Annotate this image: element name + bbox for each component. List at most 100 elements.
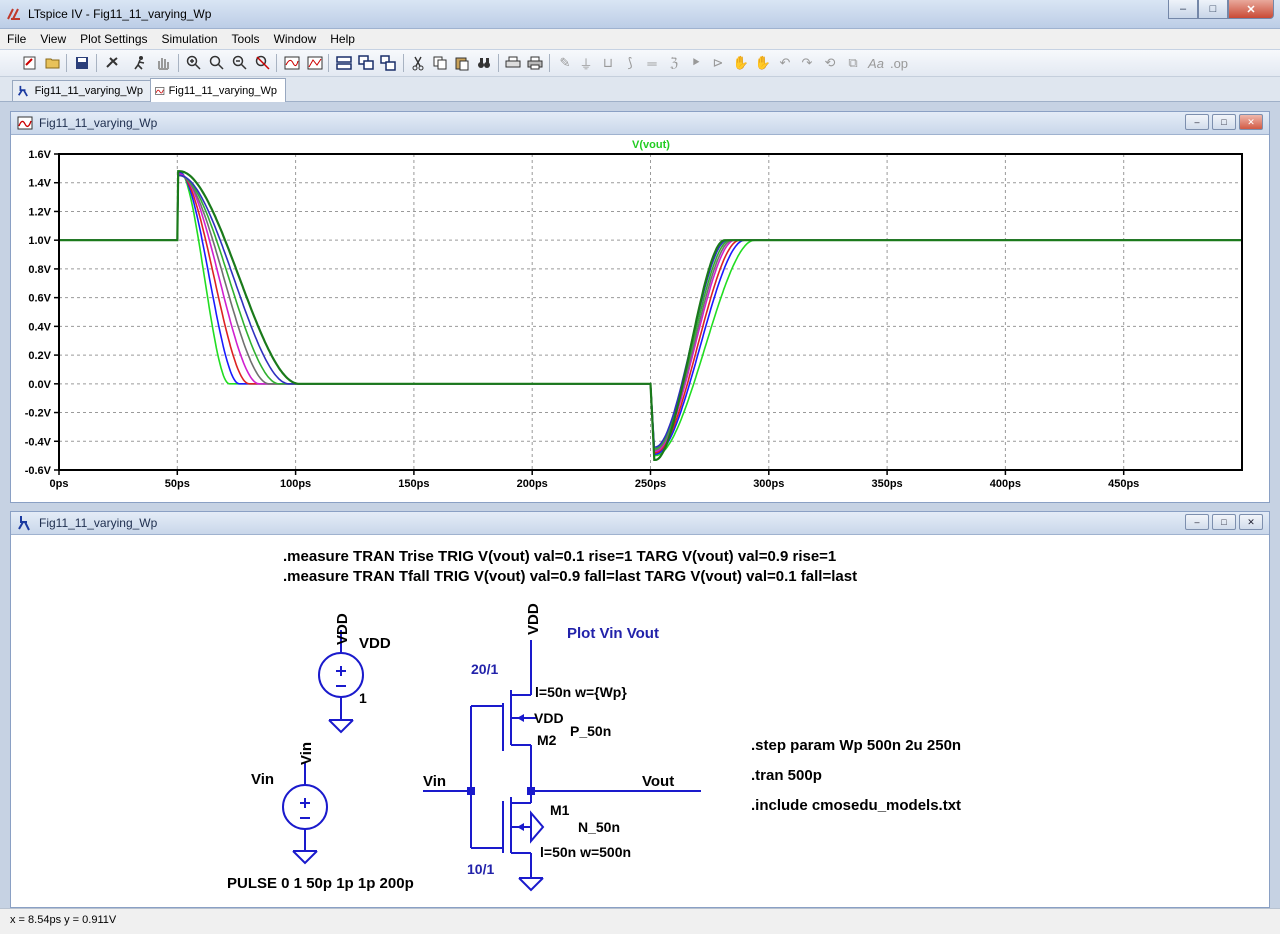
zoom-extents-icon[interactable] (207, 53, 227, 73)
resistor-icon[interactable]: ⟆ (620, 53, 640, 73)
pick-visible-traces-icon[interactable] (305, 53, 325, 73)
autorange-icon[interactable] (282, 53, 302, 73)
inverter-in-label[interactable]: Vin (423, 773, 446, 790)
nmos-model[interactable]: N_50n (578, 819, 620, 835)
x-tick-label: 150ps (398, 478, 429, 490)
pmos-model[interactable]: P_50n (570, 723, 611, 739)
schematic-maximize-button[interactable]: □ (1212, 514, 1236, 530)
tile-horizontal-icon[interactable] (334, 53, 354, 73)
cut-icon[interactable] (408, 53, 428, 73)
control-panel-icon[interactable] (102, 53, 122, 73)
label-icon[interactable]: ⊔ (598, 53, 618, 73)
menu-window[interactable]: Window (267, 29, 324, 49)
app-title-bar: LTspice IV - Fig11_11_varying_Wp – □ ✕ (0, 0, 1280, 29)
spice-directive-icon[interactable]: .op (889, 53, 909, 73)
menu-bar: File View Plot Settings Simulation Tools… (0, 29, 1280, 49)
menu-view[interactable]: View (33, 29, 73, 49)
include-directive[interactable]: .include cmosedu_models.txt (751, 797, 961, 814)
trace-label[interactable]: V(vout) (632, 139, 670, 151)
wire-icon[interactable]: ✎ (555, 53, 575, 73)
inverter-out-label[interactable]: Vout (642, 773, 674, 790)
menu-plot-settings[interactable]: Plot Settings (73, 29, 154, 49)
halt-icon[interactable] (153, 53, 173, 73)
pmos-name[interactable]: M2 (537, 732, 557, 748)
x-tick-label: 100ps (280, 478, 311, 490)
cascade-icon[interactable] (356, 53, 376, 73)
undo-icon[interactable]: ↶ (775, 53, 795, 73)
nmos-name[interactable]: M1 (550, 802, 570, 818)
save-icon[interactable] (72, 53, 92, 73)
zoom-out-icon[interactable] (230, 53, 250, 73)
cursor-readout: x = 8.54ps y = 0.911V (10, 914, 117, 926)
pmos-params[interactable]: l=50n w={Wp} (535, 684, 627, 700)
capacitor-icon[interactable]: ═ (642, 53, 662, 73)
component-icon[interactable]: ⊳ (708, 53, 728, 73)
tab-waveform-label: Fig11_11_varying_Wp (168, 84, 277, 97)
menu-file[interactable]: File (0, 29, 33, 49)
zoom-cancel-icon[interactable] (253, 53, 273, 73)
vin-source-name[interactable]: Vin (251, 771, 274, 788)
new-schematic-icon[interactable] (20, 53, 40, 73)
move-icon[interactable]: ✋ (731, 53, 751, 73)
ground-icon[interactable]: ⏚ (576, 53, 596, 73)
plot-vin-vout-directive[interactable]: Plot Vin Vout (567, 625, 659, 642)
menu-tools[interactable]: Tools (225, 29, 267, 49)
mirror-icon[interactable]: ⧉ (843, 53, 863, 73)
print-setup-icon[interactable] (503, 53, 523, 73)
minimize-button[interactable]: – (1168, 0, 1198, 19)
plot-grid (54, 153, 1242, 475)
redo-icon[interactable]: ↷ (797, 53, 817, 73)
tran-directive[interactable]: .tran 500p (751, 767, 822, 784)
vdd-source-name[interactable]: VDD (359, 635, 391, 652)
tab-schematic[interactable]: Fig11_11_varying_Wp (12, 80, 152, 101)
copy-icon[interactable] (430, 53, 450, 73)
vin-source-value[interactable]: PULSE 0 1 50p 1p 1p 200p (227, 875, 414, 892)
y-tick-label: -0.2V (25, 408, 52, 420)
menu-help[interactable]: Help (323, 29, 362, 49)
nmos-params[interactable]: l=50n w=500n (540, 844, 631, 860)
tile-vertical-icon[interactable] (378, 53, 398, 73)
paste-icon[interactable] (452, 53, 472, 73)
inductor-icon[interactable]: ℨ (664, 53, 684, 73)
print-icon[interactable] (525, 53, 545, 73)
schematic-window-title-bar: Fig11_11_varying_Wp – □ ✕ (11, 512, 1269, 535)
nmos-ratio-label[interactable]: 10/1 (467, 861, 494, 877)
pmos-ratio-label[interactable]: 20/1 (471, 661, 498, 677)
drag-icon[interactable]: ✋ (753, 53, 773, 73)
vin-net-label[interactable]: Vin (298, 742, 315, 765)
maximize-button[interactable]: □ (1198, 0, 1228, 19)
menu-simulation[interactable]: Simulation (155, 29, 225, 49)
y-tick-label: 0.0V (28, 379, 51, 391)
schematic-canvas[interactable]: .measure TRAN Trise TRIG V(vout) val=0.1… (11, 535, 1269, 907)
tab-waveform[interactable]: Fig11_11_varying_Wp (150, 78, 286, 102)
y-tick-label: -0.4V (25, 436, 52, 448)
zoom-in-icon[interactable] (184, 53, 204, 73)
waveform-plot[interactable]: 1.6V 1.4V 1.2V 1.0V 0.8V 0.6V 0.4V 0.2V 0.0V -0.2… (11, 135, 1269, 501)
measure-tfall-directive[interactable]: .measure TRAN Tfall TRIG V(vout) val=0.9… (283, 568, 857, 585)
find-icon[interactable] (474, 53, 494, 73)
vdd-source-value[interactable]: 1 (359, 690, 367, 706)
pmos-body-label[interactable]: VDD (534, 710, 564, 726)
run-icon[interactable] (130, 53, 150, 73)
nmos-body-arrow (517, 823, 524, 831)
text-icon[interactable]: Aa (866, 53, 886, 73)
plot-minimize-button[interactable]: – (1185, 114, 1209, 130)
vdd-net-label[interactable]: VDD (334, 613, 351, 645)
measure-trise-directive[interactable]: .measure TRAN Trise TRIG V(vout) val=0.1… (283, 548, 836, 565)
step-directive[interactable]: .step param Wp 500n 2u 250n (751, 737, 961, 754)
plot-maximize-button[interactable]: □ (1212, 114, 1236, 130)
x-tick-label: 200ps (517, 478, 548, 490)
close-button[interactable]: ✕ (1228, 0, 1274, 19)
top-vdd-label[interactable]: VDD (525, 603, 542, 635)
plot-window: Fig11_11_varying_Wp – □ ✕ 1.6V 1.4V 1.2V 1.… (10, 111, 1270, 503)
diode-icon[interactable]: ⯈ (686, 53, 706, 73)
schematic-minimize-button[interactable]: – (1185, 514, 1209, 530)
schematic-window: Fig11_11_varying_Wp – □ ✕ .measure TRAN … (10, 511, 1270, 908)
plot-close-button[interactable]: ✕ (1239, 114, 1263, 130)
plot-window-title-bar: Fig11_11_varying_Wp – □ ✕ (11, 112, 1269, 135)
schematic-close-button[interactable]: ✕ (1239, 514, 1263, 530)
open-folder-icon[interactable] (43, 53, 63, 73)
rotate-icon[interactable]: ⟲ (820, 53, 840, 73)
ground-symbol (518, 877, 544, 892)
vin-voltage-source[interactable] (282, 763, 328, 851)
